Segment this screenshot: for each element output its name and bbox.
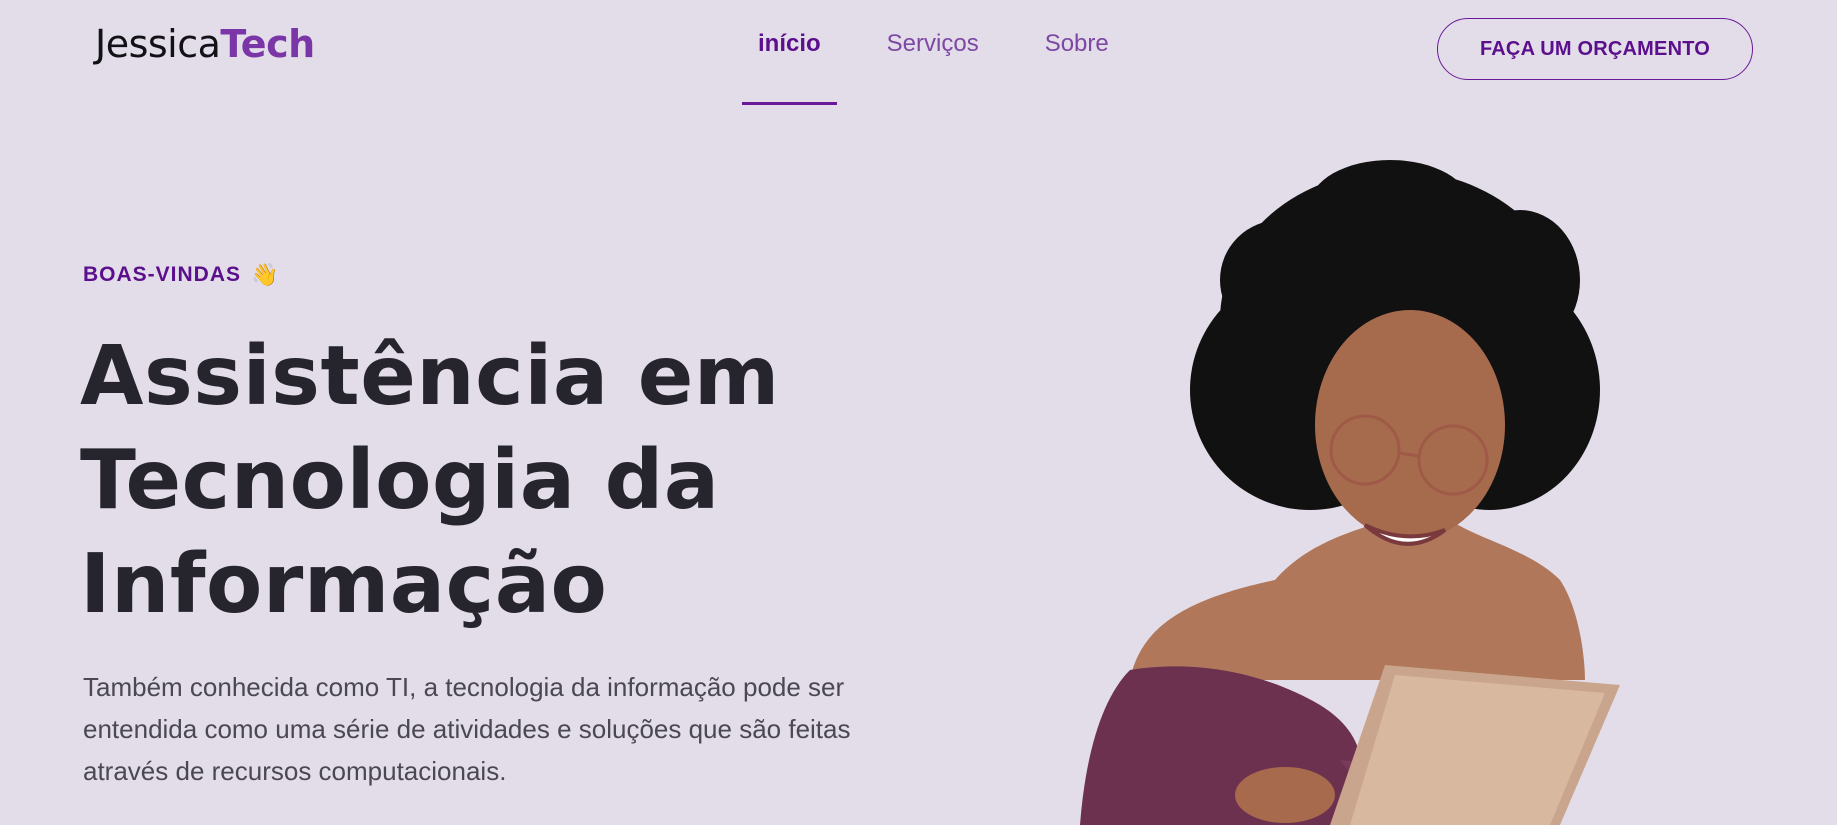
eyebrow-text: BOAS-VINDAS <box>83 263 242 286</box>
lead-line-1: Também conhecida como TI, a tecnologia d… <box>83 672 845 702</box>
hero-description: Também conhecida como TI, a tecnologia d… <box>83 666 963 792</box>
tablet-shape <box>1330 665 1620 825</box>
logo-main: Jessica <box>95 22 221 66</box>
title-line-1: Assistência em <box>80 329 780 424</box>
nav-sobre[interactable]: Sobre <box>1037 30 1117 58</box>
nav-inicio[interactable]: início <box>750 30 829 58</box>
logo-accent: Tech <box>220 22 315 66</box>
title-line-3: Informação <box>80 537 608 632</box>
hero-photo <box>1080 160 1620 825</box>
eyebrow: BOAS-VINDAS 👋 <box>83 262 279 288</box>
page-title: Assistência em Tecnologia da Informação <box>80 325 840 637</box>
logo[interactable]: JessicaTech <box>95 22 315 66</box>
lead-line-3: através de recursos computacionais. <box>83 756 507 786</box>
main-nav: início Serviços Sobre <box>750 30 1117 58</box>
title-line-2: Tecnologia da <box>80 433 720 528</box>
quote-button[interactable]: FAÇA UM ORÇAMENTO <box>1437 18 1753 80</box>
nav-active-indicator <box>742 102 837 105</box>
lead-line-2: entendida como uma série de atividades e… <box>83 714 851 744</box>
nav-servicos[interactable]: Serviços <box>879 30 987 58</box>
waving-hand-icon: 👋 <box>251 262 280 287</box>
skin-shape <box>1130 520 1585 680</box>
hand-shape <box>1235 767 1335 823</box>
site-header: JessicaTech início Serviços Sobre FAÇA U… <box>0 0 1837 105</box>
